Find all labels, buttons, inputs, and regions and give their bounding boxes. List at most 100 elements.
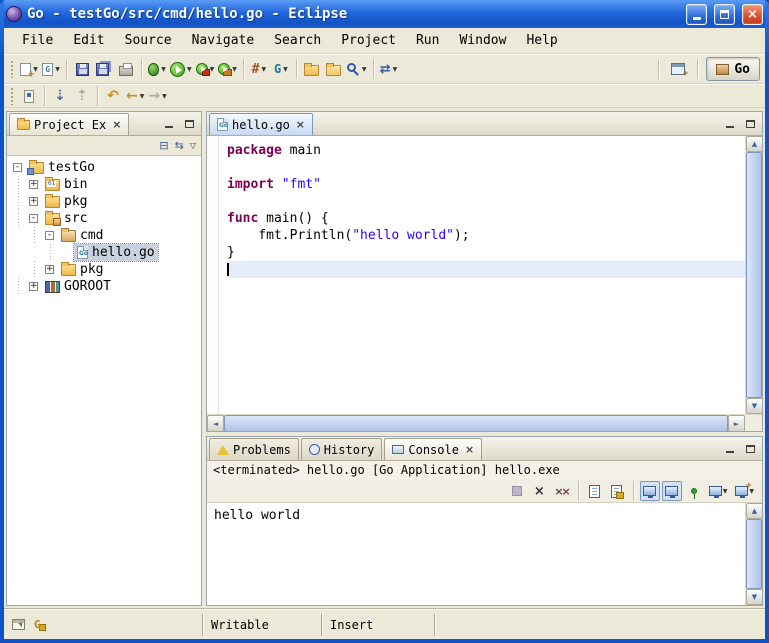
menu-source[interactable]: Source: [115, 30, 182, 51]
collapse-toggle-icon[interactable]: -: [45, 231, 54, 240]
open-console-button[interactable]: ▼: [732, 481, 757, 501]
toolbar-grip[interactable]: [10, 87, 14, 105]
open-perspective-button[interactable]: [667, 57, 689, 81]
scroll-right-icon[interactable]: ►: [728, 415, 745, 432]
menu-project[interactable]: Project: [331, 30, 406, 51]
tree-item-testgo[interactable]: -testGo: [7, 159, 201, 176]
remove-launch-button[interactable]: [529, 481, 549, 501]
code-line[interactable]: }: [227, 244, 745, 261]
menu-window[interactable]: Window: [449, 30, 516, 51]
go-tools-button[interactable]: ▼: [270, 57, 292, 81]
save-all-button[interactable]: [93, 57, 115, 81]
expand-toggle-icon[interactable]: +: [45, 265, 54, 274]
collapse-toggle-icon[interactable]: -: [13, 163, 22, 172]
view-menu-button[interactable]: ▽: [190, 140, 196, 151]
code-line[interactable]: package main: [227, 142, 745, 159]
pin-console-button[interactable]: [684, 481, 704, 501]
toggle-mark-occurrences-button[interactable]: [18, 86, 40, 106]
code-line[interactable]: fmt.Println("hello world");: [227, 227, 745, 244]
minimize-view-button[interactable]: [161, 117, 177, 131]
tree-item-content[interactable]: cmd: [58, 227, 106, 244]
menu-file[interactable]: File: [12, 30, 63, 51]
clear-console-button[interactable]: [585, 481, 605, 501]
menu-edit[interactable]: Edit: [63, 30, 114, 51]
show-console-on-stdout-button[interactable]: [640, 481, 660, 501]
collapse-toggle-icon[interactable]: -: [29, 214, 38, 223]
new-wizard-button[interactable]: ▼: [18, 57, 40, 81]
open-resource-button[interactable]: [301, 57, 323, 81]
scroll-up-icon[interactable]: ▲: [746, 136, 763, 152]
tab-console[interactable]: Console×: [384, 438, 482, 460]
forward-button[interactable]: →▼: [146, 86, 168, 106]
tree-item-pkg[interactable]: +pkg: [7, 193, 201, 210]
toolbar-grip[interactable]: [10, 60, 14, 78]
menu-run[interactable]: Run: [406, 30, 449, 51]
maximize-view-button[interactable]: [742, 442, 758, 456]
scroll-lock-button[interactable]: [607, 481, 627, 501]
tree-item-content[interactable]: hello.go: [74, 244, 158, 261]
minimize-view-button[interactable]: [722, 117, 738, 131]
scrollbar-thumb[interactable]: [746, 519, 762, 589]
menu-help[interactable]: Help: [516, 30, 567, 51]
close-icon[interactable]: ×: [112, 118, 121, 131]
print-button[interactable]: [115, 57, 137, 81]
editor-horizontal-scrollbar[interactable]: ◄ ►: [207, 415, 745, 432]
minimize-button[interactable]: [686, 4, 707, 25]
scroll-down-icon[interactable]: ▼: [746, 398, 763, 414]
expand-toggle-icon[interactable]: +: [29, 180, 38, 189]
run-button[interactable]: ▼: [168, 57, 194, 81]
scroll-down-icon[interactable]: ▼: [746, 589, 763, 605]
save-button[interactable]: [71, 57, 93, 81]
tree-item-src[interactable]: -src: [7, 210, 201, 227]
tree-item-content[interactable]: src: [42, 210, 90, 227]
tree-item-content[interactable]: pkg: [58, 261, 106, 278]
fast-view-icon[interactable]: [12, 619, 25, 630]
titlebar[interactable]: Go - testGo/src/cmd/hello.go - Eclipse ×: [4, 0, 765, 28]
maximize-view-button[interactable]: [181, 117, 197, 131]
scrollbar-thumb[interactable]: [746, 152, 762, 398]
tree-item-pkg[interactable]: + pkg: [7, 261, 201, 278]
terminate-button[interactable]: [507, 481, 527, 501]
tab-history[interactable]: History: [301, 438, 383, 460]
code-area[interactable]: package mainimport "fmt"func main() { fm…: [219, 136, 745, 414]
search-button[interactable]: ▼: [345, 57, 369, 81]
expand-toggle-icon[interactable]: +: [29, 197, 38, 206]
back-button[interactable]: ←▼: [124, 86, 146, 106]
remove-all-terminated-button[interactable]: [551, 481, 571, 501]
debug-button[interactable]: ▼: [146, 57, 168, 81]
show-console-on-stderr-button[interactable]: [662, 481, 682, 501]
tree-item-content[interactable]: GOROOT: [42, 278, 114, 295]
code-line[interactable]: [227, 159, 745, 176]
tree-item-content[interactable]: bin: [42, 176, 90, 193]
tree-item-goroot[interactable]: +GOROOT: [7, 278, 201, 295]
run-last-button[interactable]: ▼: [194, 57, 217, 81]
go-perspective-button[interactable]: Go: [706, 57, 760, 81]
minimize-view-button[interactable]: [722, 442, 738, 456]
menu-navigate[interactable]: Navigate: [182, 30, 265, 51]
tree-item-content[interactable]: testGo: [26, 159, 98, 176]
display-selected-console-button[interactable]: ▼: [706, 481, 731, 501]
tree-item-hello-go[interactable]: hello.go: [7, 244, 201, 261]
code-line[interactable]: [227, 193, 745, 210]
maximize-view-button[interactable]: [742, 117, 758, 131]
last-edit-location-button[interactable]: ↶: [102, 86, 124, 106]
team-sync-button[interactable]: ▼: [378, 57, 400, 81]
tab-project-explorer[interactable]: Project Ex ×: [9, 113, 129, 135]
previous-annotation-button[interactable]: ⇡: [71, 86, 93, 106]
code-line[interactable]: import "fmt": [227, 176, 745, 193]
editor-vertical-scrollbar[interactable]: ▲ ▼: [745, 136, 762, 414]
open-project-button[interactable]: [323, 57, 345, 81]
scroll-left-icon[interactable]: ◄: [207, 415, 224, 432]
scrollbar-thumb[interactable]: [224, 415, 728, 432]
close-button[interactable]: ×: [742, 4, 763, 25]
tree-item-cmd[interactable]: -cmd: [7, 227, 201, 244]
new-go-element-button[interactable]: ▼: [40, 57, 62, 81]
tab-problems[interactable]: Problems: [209, 438, 299, 460]
new-go-package-button[interactable]: ▼: [248, 57, 270, 81]
console-vertical-scrollbar[interactable]: ▲ ▼: [745, 503, 762, 605]
maximize-button[interactable]: [714, 4, 735, 25]
link-with-editor-button[interactable]: ⇆: [175, 140, 184, 151]
code-line[interactable]: [227, 261, 745, 278]
go-status-icon[interactable]: [33, 618, 46, 631]
next-annotation-button[interactable]: ⇣: [49, 86, 71, 106]
